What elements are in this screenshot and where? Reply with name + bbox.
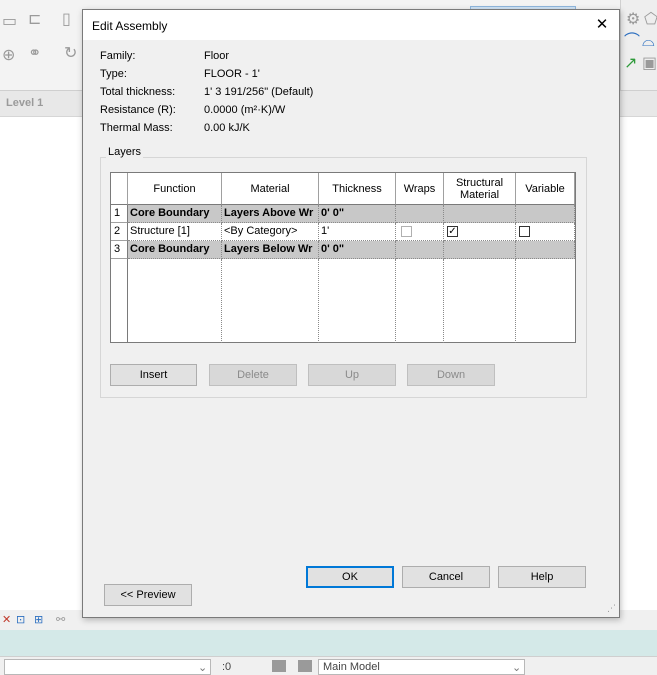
move-tool-icon[interactable]: ⊕ [2,48,15,64]
type-value: FLOOR - 1' [204,68,260,80]
status-strip [0,630,657,656]
pick-line-icon[interactable]: ↗ [624,56,637,72]
wraps-checkbox[interactable] [401,226,412,237]
main-model-label: Main Model [323,661,380,673]
column-header-function[interactable]: Function [128,173,222,205]
down-button[interactable]: Down [407,364,495,386]
total-thickness-label: Total thickness: [100,86,176,98]
dialog-titlebar: Edit Assembly ✕ [83,10,619,40]
total-thickness-value: 1' 3 191/256" (Default) [204,86,314,98]
thermal-mass-label: Thermal Mass: [100,122,173,134]
dialog-title: Edit Assembly [92,19,168,33]
thermal-mass-value: 0.00 kJ/K [204,122,250,134]
variable-cell [516,205,575,223]
level-label: Level 1 [6,97,44,109]
column-header-thickness[interactable]: Thickness [319,173,396,205]
material-cell[interactable]: Layers Below Wr [222,241,319,259]
preview-button[interactable]: << Preview [104,584,192,606]
structural-material-cell [444,205,516,223]
table-row[interactable]: Structure [1] <By Category> 1' ✓ [128,223,575,241]
wraps-cell [396,241,444,259]
row-number[interactable]: 2 [111,223,128,241]
variable-checkbox[interactable] [519,226,530,237]
variable-cell [516,223,575,241]
chevron-down-icon[interactable]: ⌄ [512,661,521,674]
wraps-cell [396,223,444,241]
reveal-hidden-icon[interactable]: ✕ [2,612,11,628]
copy-tool-icon[interactable]: ⚭ [28,46,41,62]
family-value: Floor [204,50,230,62]
thickness-cell[interactable]: 0' 0" [319,205,396,223]
component-tool-icon[interactable]: ⊏ [28,12,41,28]
design-options-icon[interactable] [298,660,312,672]
resize-grip-icon[interactable]: ⋰ [607,603,616,614]
empty-column [222,259,319,343]
help-button[interactable]: Help [498,566,586,588]
family-label: Family: [100,50,136,62]
column-tool-icon[interactable]: ▯ [62,12,71,28]
material-cell[interactable]: <By Category> [222,223,319,241]
layers-table: Function Material Thickness Wraps Struct… [110,172,576,343]
close-icon[interactable]: ✕ [591,14,613,36]
workset-dropdown[interactable] [4,659,211,675]
ok-button[interactable]: OK [306,566,394,588]
chevron-down-icon[interactable]: ⌄ [198,661,207,674]
empty-column [128,259,222,343]
empty-column [444,259,516,343]
structural-material-cell: ✓ [444,223,516,241]
function-cell[interactable]: Core Boundary [128,241,222,259]
table-row[interactable]: Core Boundary Layers Below Wr 0' 0" [128,241,575,259]
arc-tool-icon[interactable]: ⌒ [624,34,640,50]
edit-assembly-dialog: Edit Assembly ✕ Family: Floor Type: FLOO… [82,9,620,618]
cancel-button[interactable]: Cancel [402,566,490,588]
temporary-hide-icon[interactable]: ⊞ [34,612,43,628]
worksharing-icon[interactable]: ⚯ [56,612,65,628]
settings-icon[interactable]: ⚙ [626,12,640,28]
material-cell[interactable]: Layers Above Wr [222,205,319,223]
structural-material-cell [444,241,516,259]
layers-group-label: Layers [106,146,144,158]
column-header-structural-material[interactable]: Structural Material [444,173,516,205]
column-header-variable[interactable]: Variable [516,173,575,205]
function-cell[interactable]: Structure [1] [128,223,222,241]
column-header-wraps[interactable]: Wraps [396,173,444,205]
structural-material-checkbox[interactable]: ✓ [447,226,458,237]
table-row[interactable]: Core Boundary Layers Above Wr 0' 0" [128,205,575,223]
up-button[interactable]: Up [308,364,396,386]
column-header-material[interactable]: Material [222,173,319,205]
selection-counter: :0 [222,661,232,673]
empty-column [319,259,396,343]
crop-view-icon[interactable]: ⊡ [16,612,25,628]
delete-button[interactable]: Delete [209,364,297,386]
wraps-cell [396,205,444,223]
thickness-cell[interactable]: 0' 0" [319,241,396,259]
row-number[interactable]: 3 [111,241,128,259]
variable-cell [516,241,575,259]
function-cell[interactable]: Core Boundary [128,205,222,223]
insert-button[interactable]: Insert [110,364,197,386]
resistance-label: Resistance (R): [100,104,176,116]
curve-tool-icon[interactable]: ⌓ [642,34,655,50]
editable-only-icon[interactable] [272,660,286,672]
table-corner [111,173,128,205]
select-icon[interactable]: ▣ [642,56,657,72]
empty-column [396,259,444,343]
row-number[interactable]: 1 [111,205,128,223]
thickness-input[interactable]: 1' [319,223,396,241]
wall-tool-icon[interactable]: ▭ [2,14,17,30]
row-header-empty [111,259,128,343]
shape-icon[interactable]: ⬠ [644,12,657,28]
resistance-value: 0.0000 (m²·K)/W [204,104,286,116]
type-label: Type: [100,68,127,80]
rotate-tool-icon[interactable]: ↻ [64,46,77,62]
